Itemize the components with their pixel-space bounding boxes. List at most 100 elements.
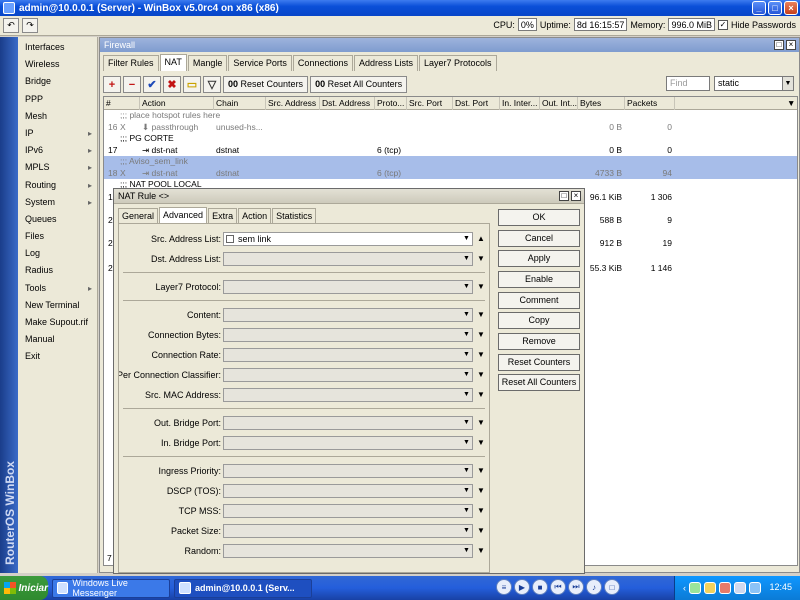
sidebar-item-make-supout[interactable]: Make Supout.rif (18, 314, 97, 331)
previous-button[interactable]: ⏮ (550, 579, 566, 595)
dialog-reset-all-counters-button[interactable]: Reset All Counters (498, 374, 580, 391)
expand-down-icon[interactable]: ▼ (477, 486, 485, 495)
tab-layer7-protocols[interactable]: Layer7 Protocols (419, 55, 497, 71)
disable-button[interactable]: ✖ (163, 76, 181, 93)
dscp-field[interactable]: ▼ (223, 484, 473, 498)
random-field[interactable]: ▼ (223, 544, 473, 558)
filter-button[interactable]: ▽ (203, 76, 221, 93)
dropdown-arrow-icon[interactable]: ▼ (461, 437, 472, 449)
dialog-maximize-button[interactable]: □ (559, 191, 569, 201)
sidebar-item-exit[interactable]: Exit (18, 348, 97, 365)
in-bridge-port-select[interactable]: ▼ (223, 436, 473, 450)
src-mac-address-field[interactable]: ▼ (223, 388, 473, 402)
col-dst-port[interactable]: Dst. Port (453, 97, 500, 110)
negate-checkbox[interactable] (226, 235, 234, 243)
tab-nat[interactable]: NAT (159, 54, 187, 71)
sidebar-item-wireless[interactable]: Wireless (18, 56, 97, 73)
hide-passwords-checkbox[interactable]: ✓ (717, 19, 728, 30)
expand-down-icon[interactable]: ▼ (477, 438, 485, 447)
table-row-selected[interactable]: 18 X ⇥ dst-nat dstnat 6 (tcp) 4733 B 94 (104, 167, 797, 179)
sidebar-item-new-terminal[interactable]: New Terminal (18, 297, 97, 314)
src-address-list-select[interactable]: sem link ▼ (223, 232, 473, 246)
table-row[interactable]: 16 X ⬇ passthrough unused-hs... 0 B 0 (104, 122, 797, 134)
tab-mangle[interactable]: Mangle (187, 55, 228, 71)
sidebar-item-radius[interactable]: Radius (18, 262, 97, 279)
task-windows-live-messenger[interactable]: Windows Live Messenger (52, 578, 170, 598)
table-row-selected[interactable]: ;;; Aviso_sem_link (104, 156, 797, 168)
table-filter-select[interactable]: static ▼ (714, 76, 794, 91)
dropdown-arrow-icon[interactable]: ▼ (461, 525, 472, 537)
expand-down-icon[interactable]: ▼ (477, 526, 485, 535)
expand-down-icon[interactable]: ▼ (477, 506, 485, 515)
dialog-titlebar[interactable]: NAT Rule <> □ × (114, 189, 584, 204)
sidebar-item-system[interactable]: System ▸ (18, 194, 97, 211)
sidebar-item-log[interactable]: Log (18, 245, 97, 262)
columns-menu-icon[interactable]: ▼ (785, 97, 798, 110)
packet-size-field[interactable]: ▼ (223, 524, 473, 538)
sidebar-item-ppp[interactable]: PPP (18, 91, 97, 108)
sidebar-item-routing[interactable]: Routing ▸ (18, 177, 97, 194)
dropdown-arrow-icon[interactable]: ▼ (461, 417, 472, 429)
expand-down-icon[interactable]: ▼ (477, 370, 485, 379)
close-button[interactable]: × (784, 1, 798, 15)
expand-down-icon[interactable]: ▼ (477, 418, 485, 427)
dst-address-list-select[interactable]: ▼ (223, 252, 473, 266)
dropdown-arrow-icon[interactable]: ▼ (461, 485, 472, 497)
layer7-protocol-select[interactable]: ▼ (223, 280, 473, 294)
cancel-button[interactable]: Cancel (498, 229, 580, 247)
tab-service-ports[interactable]: Service Ports (228, 55, 292, 71)
add-button[interactable]: + (103, 76, 121, 93)
expand-down-icon[interactable]: ▼ (477, 330, 485, 339)
enable-button[interactable]: ✔ (143, 76, 161, 93)
volume-button[interactable]: ♪ (586, 579, 602, 595)
media-menu-button[interactable]: ≡ (496, 579, 512, 595)
volume-tray-icon[interactable] (749, 582, 761, 594)
col-src-address[interactable]: Src. Address (266, 97, 320, 110)
table-row[interactable]: ;;; PG CORTE (104, 133, 797, 145)
col-number[interactable]: # (104, 97, 140, 110)
expand-down-icon[interactable]: ▼ (477, 466, 485, 475)
dropdown-arrow-icon[interactable]: ▼ (461, 465, 472, 477)
messenger-tray-icon[interactable] (689, 582, 701, 594)
remove-button[interactable]: − (123, 76, 141, 93)
stop-button[interactable]: ■ (532, 579, 548, 595)
dropdown-arrow-icon[interactable]: ▼ (461, 369, 472, 381)
collapse-up-icon[interactable]: ▲ (477, 234, 485, 243)
sidebar-item-bridge[interactable]: Bridge (18, 73, 97, 90)
content-field[interactable]: ▼ (223, 308, 473, 322)
play-button[interactable]: ▶ (514, 579, 530, 595)
sidebar-item-queues[interactable]: Queues (18, 211, 97, 228)
dialog-reset-counters-button[interactable]: Reset Counters (498, 353, 580, 371)
col-out-interface[interactable]: Out. Int... (540, 97, 578, 110)
col-packets[interactable]: Packets (625, 97, 675, 110)
col-chain[interactable]: Chain (214, 97, 266, 110)
next-button[interactable]: ⏭ (568, 579, 584, 595)
sidebar-item-mesh[interactable]: Mesh (18, 108, 97, 125)
tray-expand-icon[interactable]: ‹ (683, 583, 686, 593)
connection-rate-field[interactable]: ▼ (223, 348, 473, 362)
sidebar-item-files[interactable]: Files (18, 228, 97, 245)
col-bytes[interactable]: Bytes (578, 97, 625, 110)
dropdown-arrow-icon[interactable]: ▼ (461, 505, 472, 517)
expand-down-icon[interactable]: ▼ (477, 282, 485, 291)
expand-down-icon[interactable]: ▼ (477, 254, 485, 263)
restore-player-button[interactable]: □ (604, 579, 620, 595)
maximize-button[interactable]: □ (768, 1, 782, 15)
col-protocol[interactable]: Proto... (375, 97, 407, 110)
dropdown-arrow-icon[interactable]: ▼ (461, 389, 472, 401)
connection-bytes-field[interactable]: ▼ (223, 328, 473, 342)
tab-action[interactable]: Action (238, 208, 272, 223)
copy-rule-button[interactable]: Copy (498, 312, 580, 329)
task-winbox[interactable]: admin@10.0.0.1 (Serv... (174, 578, 312, 598)
antivirus-tray-icon[interactable] (719, 582, 731, 594)
col-src-port[interactable]: Src. Port (407, 97, 453, 110)
dropdown-arrow-icon[interactable]: ▼ (461, 281, 472, 293)
reset-all-counters-button[interactable]: 00 Reset All Counters (310, 76, 408, 93)
tcp-mss-field[interactable]: ▼ (223, 504, 473, 518)
expand-down-icon[interactable]: ▼ (477, 350, 485, 359)
tab-filter-rules[interactable]: Filter Rules (103, 55, 159, 71)
sidebar-item-interfaces[interactable]: Interfaces (18, 39, 97, 56)
table-row[interactable]: ;;; place hotspot rules here (104, 110, 797, 122)
sidebar-item-ip[interactable]: IP ▸ (18, 125, 97, 142)
dropdown-arrow-icon[interactable]: ▼ (461, 233, 472, 245)
